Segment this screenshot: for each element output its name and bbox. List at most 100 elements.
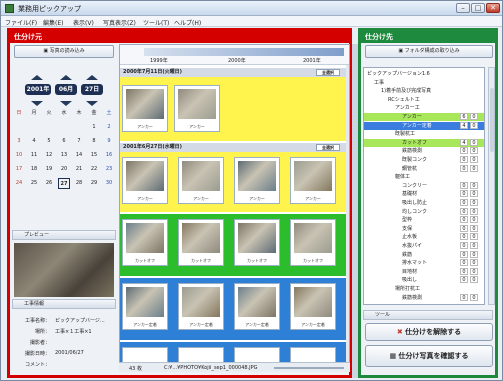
calendar-day[interactable] [43,122,55,133]
tree-node[interactable]: カットオフ 4 0 [364,138,484,147]
menu-photo-view[interactable]: 写真表示(Z) [103,18,136,27]
photo-thumbnail[interactable]: アンカー [122,85,168,132]
project-info-header[interactable]: 工事情報 [12,299,116,309]
photo-thumbnail[interactable]: カットオフ [290,219,336,266]
calendar-day[interactable]: 10 [13,150,25,161]
photo-thumbnail[interactable]: アンカー定着 [122,283,168,330]
calendar-day[interactable]: 12 [43,150,55,161]
timeline-bar[interactable] [144,48,344,56]
tree-node[interactable]: 躯体工 [364,173,484,181]
photo-thumbnail[interactable]: カットオフ [178,219,224,266]
photo-thumbnail[interactable]: アンカー [122,157,168,204]
tree-node[interactable]: 既製コンク 0 0 [364,156,484,164]
select-all-button[interactable]: 全選択 [316,144,340,151]
calendar-day[interactable]: 22 [88,164,100,175]
year-box[interactable]: 2001年 [25,84,51,95]
calendar-day[interactable]: 19 [43,164,55,175]
calendar-day[interactable]: 1 [88,122,100,133]
calendar-day[interactable]: 9 [103,136,115,147]
tree-node[interactable]: 支保 0 0 [364,224,484,233]
calendar-day[interactable]: 29 [88,178,100,189]
tree-node[interactable]: アンカー定着 4 0 [364,121,484,130]
tree-node[interactable]: 型枠 0 0 [364,216,484,224]
photo-thumbnail[interactable]: アンカー定着 [290,283,336,330]
menu-file[interactable]: ファイル(F) [5,18,37,27]
minimize-button[interactable]: – [456,3,470,13]
close-button[interactable]: ✕ [486,3,500,13]
photo-thumbnail[interactable]: アンカー定着 [178,283,224,330]
calendar-day[interactable]: 30 [103,178,115,189]
photo-thumbnail[interactable]: アンカー [290,157,336,204]
calendar-day[interactable]: 4 [28,136,40,147]
confirm-photos-button[interactable]: ▦ 仕分け写真を確認する [365,345,493,367]
release-sort-button[interactable]: ✖ 仕分けを解除する [365,323,493,341]
photo-list-scrollbar[interactable] [346,65,349,369]
photo-thumbnail[interactable]: アンカー [234,157,280,204]
calendar-day[interactable]: 25 [28,178,40,189]
tree-node[interactable]: 排水マット 0 0 [364,259,484,267]
load-photos-button[interactable]: ▣ 写真の読み込み [14,45,114,58]
calendar-day[interactable]: 2 [103,122,115,133]
calendar-day[interactable]: 23 [103,164,115,175]
tree-node[interactable]: RCシェルト工 [364,96,484,104]
photo-thumbnail[interactable]: アンカー [178,157,224,204]
calendar-day[interactable] [28,122,40,133]
menu-edit[interactable]: 編集(E) [43,18,63,27]
preview-header[interactable]: プレビュー [12,230,116,240]
menu-tools[interactable]: ツール(T) [143,18,169,27]
calendar-day[interactable]: 5 [43,136,55,147]
maximize-button[interactable]: □ [471,3,485,13]
import-folder-button[interactable]: ▣ フォルダ構成の取り込み [365,45,493,58]
day-box[interactable]: 27日 [81,84,103,95]
calendar-day[interactable]: 17 [13,164,25,175]
tree-node[interactable]: 既製杭工 [364,130,484,138]
calendar-day[interactable]: 13 [58,150,70,161]
calendar-day[interactable]: 6 [58,136,70,147]
tree-node[interactable]: ピックアップバージョン1.6 [364,70,484,78]
calendar-day[interactable]: 28 [73,178,85,189]
zoom-slider[interactable] [274,367,344,369]
calendar-day[interactable]: 11 [28,150,40,161]
calendar-day[interactable] [13,122,25,133]
tool-header[interactable]: ツール [363,310,493,320]
calendar-day[interactable]: 16 [103,150,115,161]
tree-scroll-thumb[interactable] [490,88,494,152]
calendar-day[interactable]: 21 [73,164,85,175]
tree-node[interactable]: 鉄筋検測 0 0 [364,147,484,155]
tree-scrollbar[interactable] [488,67,495,305]
photo-thumbnail[interactable]: カットオフ [234,219,280,266]
calendar-day[interactable]: 3 [13,136,25,147]
tree-node[interactable]: アンカー工 [364,104,484,112]
month-box[interactable]: 06月 [55,84,77,95]
calendar-day[interactable]: 18 [28,164,40,175]
tree-node[interactable]: コンクリー 0 0 [364,181,484,190]
calendar-day[interactable]: 14 [73,150,85,161]
calendar-day[interactable]: 8 [88,136,100,147]
photo-thumbnail[interactable]: アンカー [174,85,220,132]
calendar-day[interactable]: 24 [13,178,25,189]
tree-node[interactable]: 吸出し防止 0 0 [364,199,484,207]
calendar-day[interactable] [58,122,70,133]
tree-node[interactable]: 目地材 0 0 [364,267,484,276]
calendar-day[interactable]: 15 [88,150,100,161]
tree-node[interactable]: 基礎材 0 0 [364,190,484,198]
tree-node[interactable]: 吸出し 0 0 [364,276,484,284]
calendar-day[interactable] [73,122,85,133]
tree-node[interactable]: 鉄筋 0 0 [364,250,484,259]
tree-node[interactable]: アンカー 6 0 [364,113,484,121]
photo-thumbnail[interactable]: カットオフ [122,219,168,266]
tree-node[interactable]: 止水板 0 0 [364,233,484,241]
tree-node[interactable]: 工事 [364,79,484,87]
tree-node[interactable]: 鉄筋検測 0 0 [364,293,484,302]
menu-view[interactable]: 表示(V) [73,18,94,27]
select-all-button[interactable]: 全選択 [316,69,340,76]
calendar-day[interactable]: 26 [43,178,55,189]
tree-node[interactable]: 鋼管杭 0 0 [364,164,484,173]
calendar-day[interactable]: 27 [58,178,70,189]
photo-thumbnail[interactable]: アンカー定着 [234,283,280,330]
tree-node[interactable]: 場所打杭工 [364,285,484,293]
menu-help[interactable]: ヘルプ(H) [174,18,201,27]
tree-node[interactable]: 水抜パイ 0 0 [364,242,484,250]
tree-node[interactable]: 均しコンク 0 0 [364,207,484,216]
calendar-day[interactable]: 7 [73,136,85,147]
